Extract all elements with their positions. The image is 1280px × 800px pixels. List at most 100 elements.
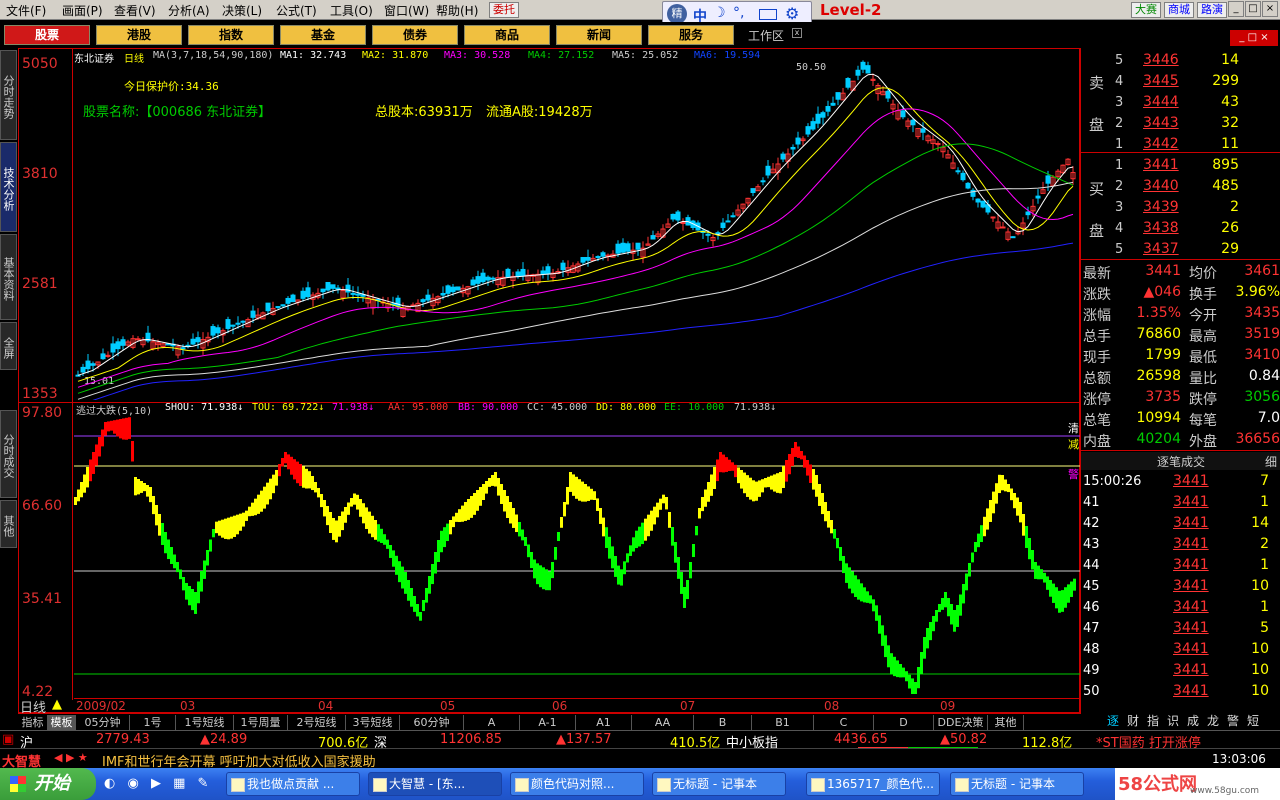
close-icon[interactable]: ×	[1262, 1, 1278, 17]
buy-row[interactable]: 2 3440 485	[1081, 176, 1280, 197]
side-tab[interactable]: 逐	[1104, 714, 1122, 729]
menu-view-screen[interactable]: 画面(P)	[62, 2, 103, 19]
side-tab[interactable]: 龙	[1204, 714, 1222, 729]
tab-hk[interactable]: 港股	[96, 25, 182, 45]
tab-service[interactable]: 服务	[648, 25, 734, 45]
indicator-tab[interactable]: B1	[752, 715, 814, 730]
window-controls[interactable]: _ □ ×	[1230, 30, 1278, 46]
osc-band	[110, 420, 113, 431]
side-tab[interactable]: 成	[1184, 714, 1202, 729]
taskbar-item[interactable]: 无标题 - 记事本	[950, 772, 1084, 796]
tab-index[interactable]: 指数	[188, 25, 274, 45]
indicator-tab[interactable]: 2号短线	[288, 715, 346, 730]
sell-row[interactable]: 2 3443 32	[1081, 113, 1280, 134]
buy-row[interactable]: 1 3441 895	[1081, 155, 1280, 176]
start-button[interactable]: 开始	[0, 768, 96, 800]
sell-row[interactable]: 4 3445 299	[1081, 71, 1280, 92]
menu-window[interactable]: 窗口(W)	[384, 2, 429, 19]
menu-formula[interactable]: 公式(T)	[276, 2, 317, 19]
keyboard-icon[interactable]	[759, 9, 777, 20]
workarea-close-icon[interactable]: x	[792, 28, 802, 38]
vtab-technical[interactable]: 技术分析	[0, 142, 17, 232]
logo-icon[interactable]: 精	[667, 4, 687, 24]
side-tab[interactable]: 短	[1244, 714, 1262, 729]
indicator-tab[interactable]: 1号短线	[176, 715, 234, 730]
punct-icon[interactable]: °,	[733, 5, 744, 21]
side-tab[interactable]: 警	[1224, 714, 1242, 729]
osc-band	[1037, 565, 1040, 580]
menu-help[interactable]: 帮助(H)	[436, 2, 478, 19]
moon-icon[interactable]: ☽	[713, 5, 726, 21]
osc-band	[80, 482, 83, 498]
vtab-timeshare[interactable]: 分时走势	[0, 50, 17, 140]
taskbar-item[interactable]: 颜色代码对照...	[510, 772, 644, 796]
sell-row[interactable]: 3 3444 43	[1081, 92, 1280, 113]
menu-tools[interactable]: 工具(O)	[330, 2, 373, 19]
vtab-fullscreen[interactable]: 全屏	[0, 322, 17, 370]
menu-view[interactable]: 查看(V)	[114, 2, 156, 19]
indicator-tab[interactable]: A1	[576, 715, 632, 730]
menu-decision[interactable]: 决策(L)	[222, 2, 262, 19]
minimize-icon[interactable]: _	[1228, 1, 1244, 17]
vtab-ticks[interactable]: 分时成交	[0, 410, 17, 498]
sell-row[interactable]: 1 3442 11	[1081, 134, 1280, 155]
delegate-button[interactable]: 委托	[489, 2, 519, 18]
menu-analysis[interactable]: 分析(A)	[168, 2, 210, 19]
taskbar-item[interactable]: 1365717_颜色代...	[806, 772, 940, 796]
tab-stock[interactable]: 股票	[4, 25, 90, 45]
indicator-tab[interactable]: A	[464, 715, 520, 730]
tab-fund[interactable]: 基金	[280, 25, 366, 45]
taskbar-item[interactable]: 大智慧 - [东...	[368, 772, 502, 796]
vtab-other[interactable]: 其他	[0, 500, 17, 548]
date-label: 03	[180, 699, 196, 713]
side-tab[interactable]: 识	[1164, 714, 1182, 729]
osc-band	[470, 496, 473, 518]
taskbar-item[interactable]: 我也做点贡献 ...	[226, 772, 360, 796]
buy-row[interactable]: 4 3438 26	[1081, 218, 1280, 239]
quote-label: 外盘	[1189, 434, 1217, 450]
tab-bond[interactable]: 债券	[372, 25, 458, 45]
indicator-tab[interactable]: 60分钟	[400, 715, 464, 730]
link-contest[interactable]: 大赛	[1131, 2, 1161, 18]
buy-row[interactable]: 5 3437 29	[1081, 239, 1280, 260]
triangle-up-icon[interactable]: ▲	[52, 697, 62, 712]
taskbar-item[interactable]: 无标题 - 记事本	[652, 772, 786, 796]
scroll-arrows-icon[interactable]: ◀ ▶ ★	[54, 751, 88, 764]
indicator-tab[interactable]: 其他	[988, 715, 1024, 730]
candle-body	[90, 363, 96, 366]
side-tab[interactable]: 财	[1124, 714, 1142, 729]
gear-icon[interactable]: ⚙	[785, 4, 799, 23]
indicator-tab[interactable]: A-1	[520, 715, 576, 730]
ticks-detail-button[interactable]: 细	[1265, 453, 1277, 470]
osc-band	[1007, 484, 1010, 493]
sell-row[interactable]: 5 3446 14	[1081, 50, 1280, 71]
indicator-tab[interactable]: AA	[632, 715, 694, 730]
quicklaunch-icons[interactable]: ◐ ◉ ▶ ▦ ✎	[104, 776, 214, 792]
indicator-tab[interactable]: C	[814, 715, 874, 730]
workarea-label[interactable]: 工作区	[748, 27, 784, 44]
side-tab[interactable]: 指	[1144, 714, 1162, 729]
link-mall[interactable]: 商城	[1164, 2, 1194, 18]
osc-band	[440, 530, 443, 553]
indicator-tab[interactable]: B	[694, 715, 752, 730]
indicator-tab[interactable]: 模板	[48, 715, 76, 730]
indicator-tab[interactable]: 指标	[18, 715, 48, 730]
maximize-icon[interactable]: □	[1245, 1, 1261, 17]
buy-row[interactable]: 3 3439 2	[1081, 197, 1280, 218]
osc-band	[716, 459, 719, 482]
indicator-tab[interactable]: 05分钟ma	[76, 715, 130, 744]
quote-label: 总额	[1083, 371, 1111, 387]
indicator-tab[interactable]: 3号短线	[346, 715, 400, 730]
vtab-fundamental[interactable]: 基本资料	[0, 234, 17, 320]
tab-news[interactable]: 新闻	[556, 25, 642, 45]
indicator-tab[interactable]: 1号周量	[234, 715, 288, 730]
menu-file[interactable]: 文件(F)	[6, 2, 46, 19]
level-price: 3439	[1143, 199, 1179, 215]
osc-band	[260, 490, 263, 512]
link-roadshow[interactable]: 路演	[1197, 2, 1227, 18]
indicator-tab[interactable]: D	[874, 715, 934, 730]
indicator-tab[interactable]: DDE决策	[934, 715, 988, 730]
osc-band	[308, 471, 311, 489]
indicator-tab[interactable]: 1号	[130, 715, 176, 730]
tab-commodity[interactable]: 商品	[464, 25, 550, 45]
